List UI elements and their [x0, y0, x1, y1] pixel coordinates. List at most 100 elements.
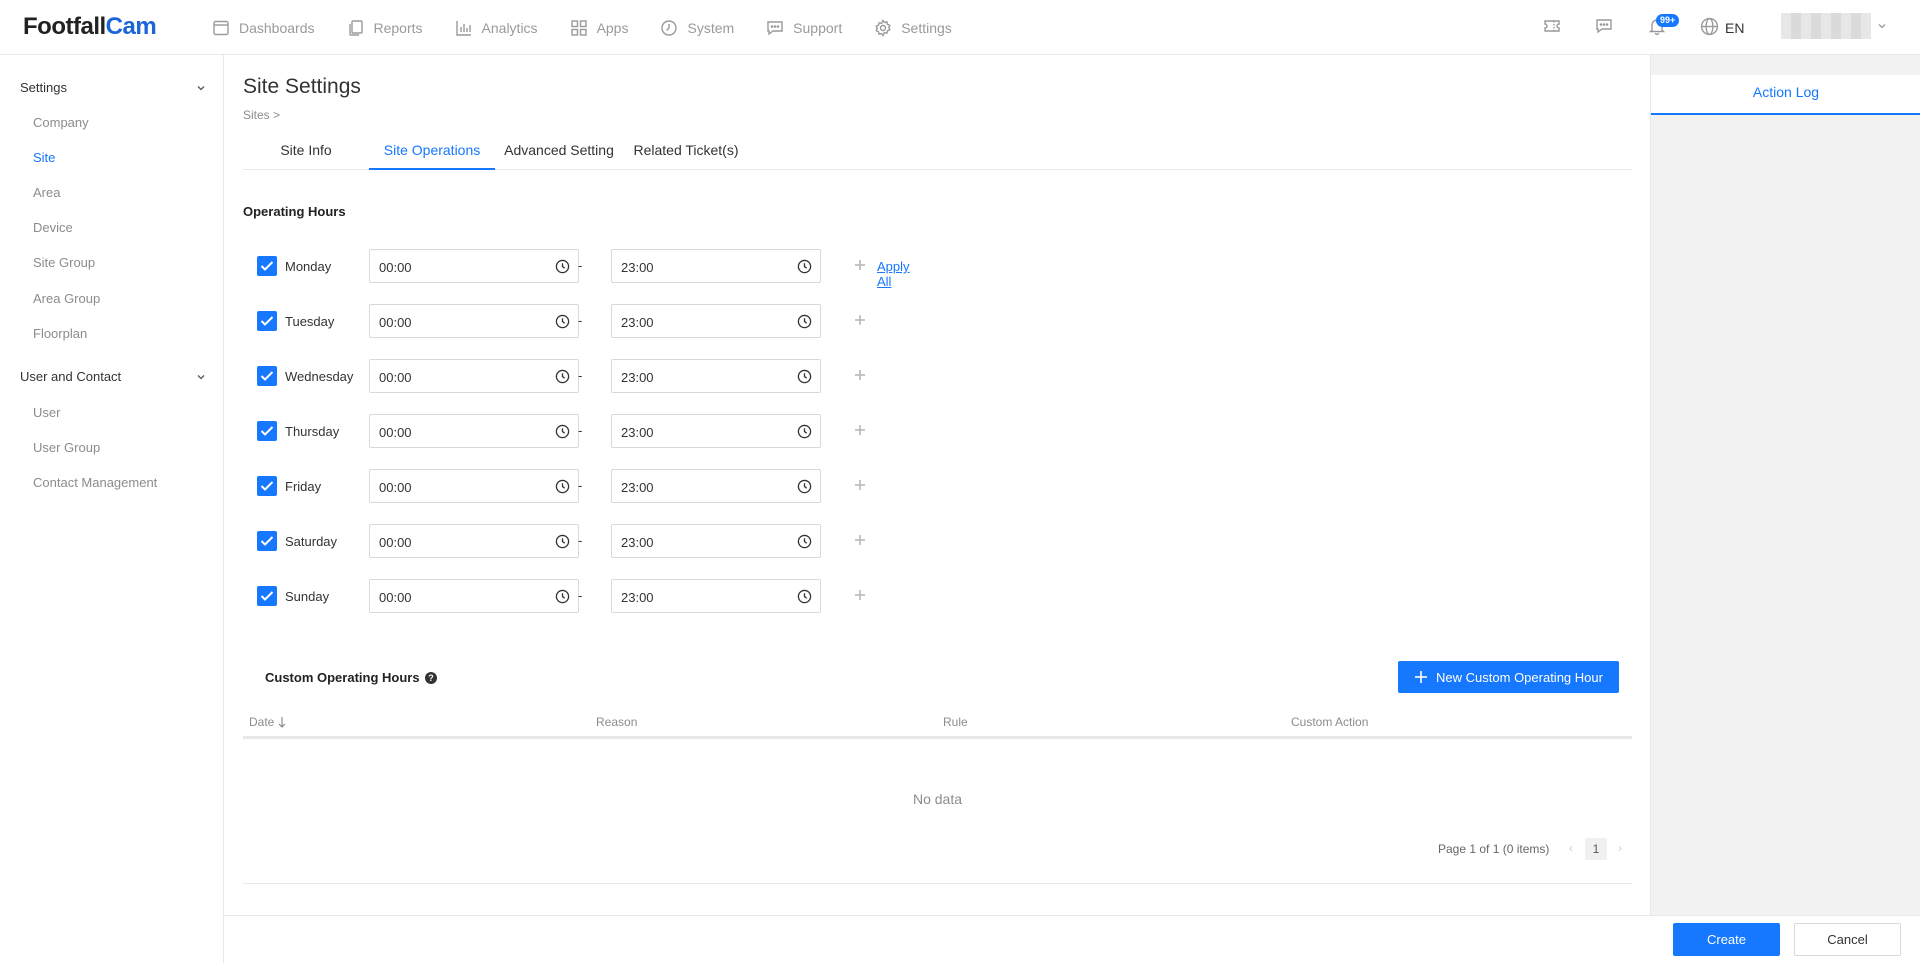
- time-separator: -: [578, 533, 583, 548]
- add-time-slot-icon[interactable]: [854, 314, 866, 326]
- thursday-checkbox[interactable]: [257, 421, 277, 441]
- sidebar-group-user-and-contact[interactable]: User and Contact: [20, 369, 206, 384]
- tuesday-checkbox[interactable]: [257, 311, 277, 331]
- tab-related-tickets[interactable]: Related Ticket(s): [623, 130, 749, 170]
- system-icon: [661, 19, 678, 36]
- column-reason[interactable]: Reason: [596, 715, 637, 729]
- add-time-slot-icon[interactable]: [854, 369, 866, 381]
- footfallcam-logo[interactable]: FootfallCam: [23, 13, 157, 41]
- sidebar-item-site[interactable]: Site: [33, 150, 55, 165]
- clock-icon[interactable]: [555, 424, 570, 439]
- operating-hours-title: Operating Hours: [243, 204, 346, 219]
- nav-reports[interactable]: Reports: [347, 19, 423, 37]
- sidebar-item-contact-management[interactable]: Contact Management: [33, 475, 157, 490]
- nav-support[interactable]: Support: [766, 19, 842, 37]
- apply-all-link[interactable]: Apply All: [877, 259, 910, 289]
- language-selector[interactable]: EN: [1725, 20, 1744, 36]
- table-empty-state: No data: [243, 741, 1632, 884]
- saturday-checkbox[interactable]: [257, 531, 277, 551]
- add-time-slot-icon[interactable]: [854, 259, 866, 271]
- chevron-down-icon[interactable]: [1877, 21, 1887, 31]
- nav-apps[interactable]: Apps: [570, 19, 628, 37]
- friday-start-time-input[interactable]: 00:00: [369, 469, 579, 503]
- sidebar-item-site-group[interactable]: Site Group: [33, 255, 95, 270]
- sidebar-item-user[interactable]: User: [33, 405, 60, 420]
- clock-icon[interactable]: [797, 259, 812, 274]
- clock-icon[interactable]: [555, 369, 570, 384]
- nav-dashboards[interactable]: Dashboards: [212, 19, 315, 37]
- clock-icon[interactable]: [555, 589, 570, 604]
- nav-analytics[interactable]: Analytics: [455, 19, 538, 37]
- clock-icon[interactable]: [555, 479, 570, 494]
- add-time-slot-icon[interactable]: [854, 589, 866, 601]
- custom-operating-hours-title: Custom Operating Hours ?: [265, 670, 437, 685]
- action-log-panel: Action Log: [1650, 55, 1920, 915]
- clock-icon[interactable]: [797, 314, 812, 329]
- monday-end-time-input[interactable]: 23:00: [611, 249, 821, 283]
- sidebar-item-company[interactable]: Company: [33, 115, 89, 130]
- add-time-slot-icon[interactable]: [854, 424, 866, 436]
- clock-icon[interactable]: [797, 424, 812, 439]
- wednesday-checkbox[interactable]: [257, 366, 277, 386]
- column-custom-action[interactable]: Custom Action: [1291, 715, 1368, 729]
- clock-icon[interactable]: [797, 369, 812, 384]
- time-separator: -: [578, 423, 583, 438]
- tab-site-operations[interactable]: Site Operations: [369, 130, 495, 170]
- add-time-slot-icon[interactable]: [854, 479, 866, 491]
- nav-system[interactable]: System: [660, 19, 734, 37]
- nav-settings[interactable]: Settings: [874, 18, 952, 37]
- ticket-icon[interactable]: [1543, 17, 1561, 35]
- user-avatar[interactable]: [1781, 13, 1871, 39]
- settings-icon: [875, 18, 891, 37]
- clock-icon[interactable]: [555, 259, 570, 274]
- support-icon: [767, 20, 783, 35]
- tab-site-info[interactable]: Site Info: [243, 130, 369, 170]
- chat-icon[interactable]: [1595, 17, 1613, 35]
- tuesday-label: Tuesday: [285, 314, 335, 329]
- create-button[interactable]: Create: [1673, 923, 1780, 956]
- sunday-start-time-input[interactable]: 00:00: [369, 579, 579, 613]
- cancel-button[interactable]: Cancel: [1794, 923, 1901, 956]
- wednesday-start-time-input[interactable]: 00:00: [369, 359, 579, 393]
- time-separator: -: [578, 313, 583, 328]
- pagination-page-1[interactable]: 1: [1585, 838, 1607, 860]
- sidebar: Settings Company Site Area Device Site G…: [0, 55, 224, 963]
- column-rule[interactable]: Rule: [943, 715, 968, 729]
- pagination-prev-icon[interactable]: ‹: [1569, 841, 1573, 855]
- tab-advanced-setting[interactable]: Advanced Setting: [495, 130, 623, 170]
- clock-icon[interactable]: [555, 314, 570, 329]
- sidebar-item-area[interactable]: Area: [33, 185, 60, 200]
- globe-icon[interactable]: [1700, 17, 1719, 36]
- thursday-start-time-input[interactable]: 00:00: [369, 414, 579, 448]
- tuesday-start-time-input[interactable]: 00:00: [369, 304, 579, 338]
- clock-icon[interactable]: [555, 534, 570, 549]
- thursday-end-time-input[interactable]: 23:00: [611, 414, 821, 448]
- wednesday-end-time-input[interactable]: 23:00: [611, 359, 821, 393]
- clock-icon[interactable]: [797, 479, 812, 494]
- help-icon[interactable]: ?: [424, 671, 437, 684]
- clock-icon[interactable]: [797, 589, 812, 604]
- sunday-checkbox[interactable]: [257, 586, 277, 606]
- sidebar-item-floorplan[interactable]: Floorplan: [33, 326, 87, 341]
- sunday-end-time-input[interactable]: 23:00: [611, 579, 821, 613]
- tuesday-end-time-input[interactable]: 23:00: [611, 304, 821, 338]
- sidebar-item-area-group[interactable]: Area Group: [33, 291, 100, 306]
- sidebar-group-settings[interactable]: Settings: [20, 80, 206, 95]
- reports-icon: [348, 19, 363, 36]
- sidebar-item-user-group[interactable]: User Group: [33, 440, 100, 455]
- sidebar-item-device[interactable]: Device: [33, 220, 73, 235]
- pagination-next-icon[interactable]: ›: [1618, 841, 1622, 855]
- new-custom-operating-hour-button[interactable]: New Custom Operating Hour: [1398, 661, 1619, 693]
- main-nav: Dashboards Reports Analytics Apps System…: [212, 0, 984, 55]
- saturday-end-time-input[interactable]: 23:00: [611, 524, 821, 558]
- clock-icon[interactable]: [797, 534, 812, 549]
- friday-checkbox[interactable]: [257, 476, 277, 496]
- monday-start-time-input[interactable]: 00:00: [369, 249, 579, 283]
- friday-end-time-input[interactable]: 23:00: [611, 469, 821, 503]
- monday-checkbox[interactable]: [257, 256, 277, 276]
- breadcrumb[interactable]: Sites >: [243, 108, 280, 122]
- action-log-tab[interactable]: Action Log: [1651, 75, 1920, 115]
- saturday-start-time-input[interactable]: 00:00: [369, 524, 579, 558]
- column-date[interactable]: Date: [249, 715, 286, 729]
- add-time-slot-icon[interactable]: [854, 534, 866, 546]
